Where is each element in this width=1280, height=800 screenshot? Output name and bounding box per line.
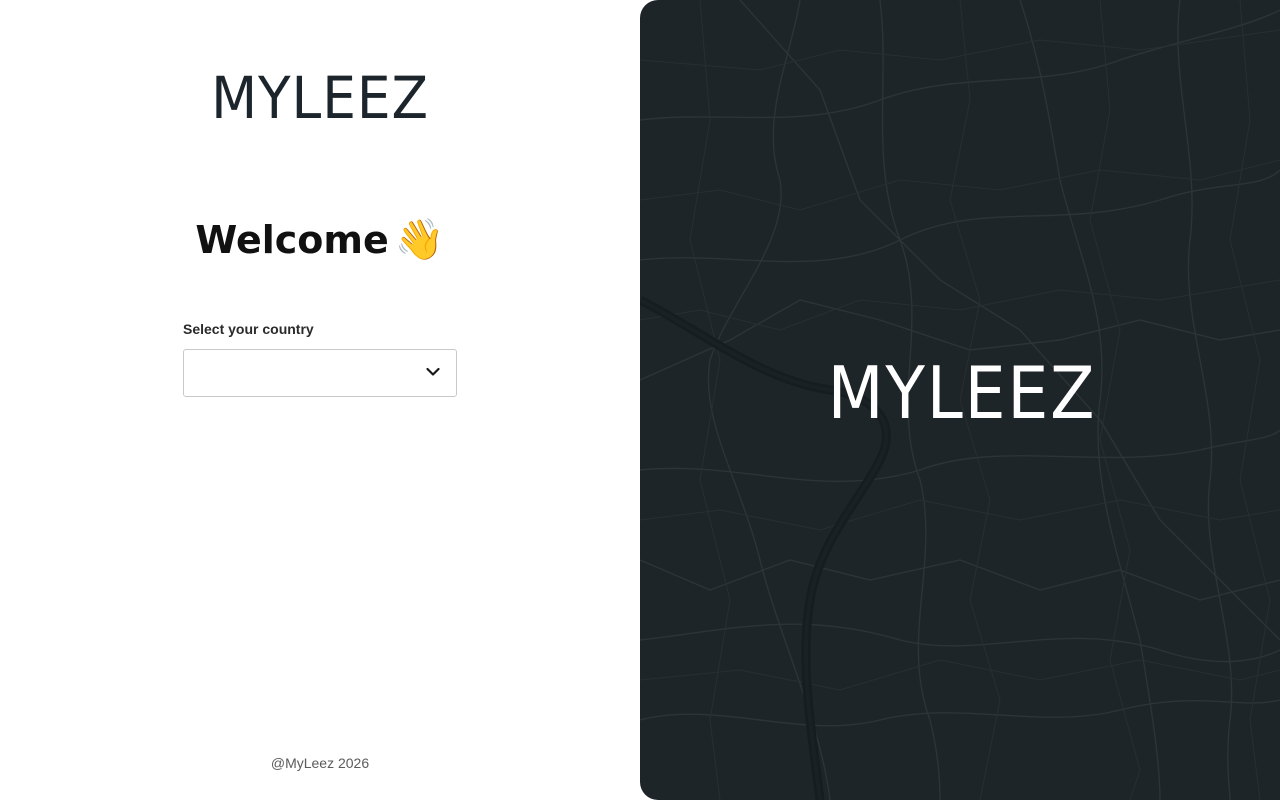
- copyright-footer: @MyLeez 2026: [270, 755, 370, 771]
- welcome-heading: Welcome 👋: [0, 212, 640, 268]
- country-label: Select your country: [183, 321, 314, 337]
- brand-logo-large: MYLEEZ: [827, 351, 1097, 435]
- waving-hand-icon: 👋: [394, 217, 445, 263]
- brand-panel: MYLEEZ: [640, 0, 1280, 800]
- brand-logo: MYLEEZ: [211, 64, 429, 132]
- chevron-down-icon: [426, 367, 440, 376]
- country-select[interactable]: [183, 349, 457, 397]
- login-panel: MYLEEZ Welcome 👋 Select your country @MyL…: [0, 0, 640, 800]
- welcome-text: Welcome: [195, 218, 389, 262]
- login-page: MYLEEZ Welcome 👋 Select your country @MyL…: [0, 0, 1280, 800]
